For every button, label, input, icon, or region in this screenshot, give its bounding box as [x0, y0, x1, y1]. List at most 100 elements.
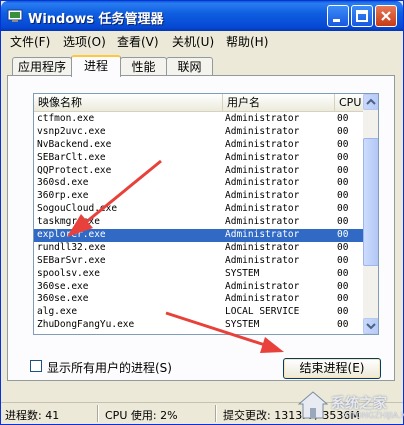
column-image-name[interactable]: 映像名称	[34, 94, 223, 112]
scroll-thumb[interactable]	[363, 138, 378, 266]
cell-user-name: Administrator	[225, 241, 300, 253]
cell-image-name: SEBarSvr.exe	[37, 254, 106, 266]
cell-cpu: 00	[337, 254, 349, 266]
cell-image-name: SEBarClt.exe	[37, 151, 106, 163]
watermark: 系统之家 XITONGZHIJIA.NET	[293, 387, 404, 423]
column-cpu[interactable]: CPU	[335, 94, 363, 112]
table-row[interactable]: 360se.exe Administrator 00	[34, 281, 363, 294]
cell-cpu: 00	[337, 151, 349, 163]
arrow-up-icon	[366, 98, 376, 105]
task-manager-icon	[7, 9, 23, 22]
checkbox-box[interactable]	[30, 360, 42, 372]
menu-options[interactable]: 选项(O)	[63, 33, 106, 50]
cell-user-name: Administrator	[225, 113, 300, 124]
status-cpu-usage: CPU 使用: 2%	[105, 409, 178, 422]
menu-file[interactable]: 文件(F)	[10, 33, 50, 50]
vertical-scrollbar[interactable]	[363, 94, 378, 334]
tab-networking[interactable]: 联网	[166, 57, 213, 77]
cell-image-name: rundll32.exe	[37, 241, 106, 253]
table-row[interactable]: 360se.exe Administrator 00	[34, 293, 363, 306]
menu-bar: 文件(F) 选项(O) 查看(V) 关机(U) 帮助(H)	[1, 31, 403, 51]
table-row[interactable]: NvBackend.exe Administrator 00	[34, 139, 363, 152]
cell-cpu: 00	[337, 229, 349, 241]
cell-user-name: SYSTEM	[225, 319, 260, 331]
house-logo-icon	[297, 391, 329, 419]
table-row[interactable]: ZhuDongFangYu.exe SYSTEM 00	[34, 319, 363, 332]
table-row[interactable]: SogouCloud.exe Administrator 00	[34, 203, 363, 216]
cell-image-name: taskmgr.exe	[37, 216, 100, 228]
cell-image-name: 360se.exe	[37, 280, 89, 292]
cell-cpu: 00	[337, 203, 349, 215]
table-row[interactable]: vsnp2uvc.exe Administrator 00	[34, 126, 363, 139]
scroll-up-button[interactable]	[363, 94, 378, 110]
cell-user-name: Administrator	[225, 190, 300, 202]
cell-cpu: 00	[337, 319, 349, 331]
table-row[interactable]: taskmgr.exe Administrator 00	[34, 216, 363, 229]
cell-cpu: 00	[337, 306, 349, 318]
cell-user-name: Administrator	[225, 229, 300, 241]
cell-user-name: SYSTEM	[225, 267, 260, 279]
window-title: Windows 任务管理器	[28, 12, 164, 27]
cell-user-name: Administrator	[225, 293, 300, 305]
cell-user-name: Administrator	[225, 138, 300, 150]
scroll-down-button[interactable]	[363, 318, 378, 334]
process-rows: ctfmon.exe Administrator 00 vsnp2uvc.exe Adm…	[34, 113, 363, 332]
cell-image-name: 360rp.exe	[37, 190, 89, 202]
checkbox-label: 显示所有用户的进程(S)	[47, 361, 172, 375]
table-row[interactable]: 360sd.exe Administrator 00	[34, 177, 363, 190]
cell-user-name: Administrator	[225, 177, 300, 189]
title-bar[interactable]: Windows 任务管理器	[1, 1, 403, 31]
column-user-name[interactable]: 用户名	[223, 94, 335, 112]
cell-user-name: Administrator	[225, 280, 300, 292]
cell-user-name: LOCAL SERVICE	[225, 306, 300, 318]
watermark-text: 系统之家	[331, 396, 387, 412]
close-button[interactable]	[375, 5, 397, 27]
cell-cpu: 00	[337, 241, 349, 253]
process-list[interactable]: 映像名称 用户名 CPU ctfmon.exe Administrator 00 vs…	[33, 93, 379, 335]
close-icon	[381, 11, 391, 21]
cell-user-name: Administrator	[225, 151, 300, 163]
cell-cpu: 00	[337, 280, 349, 292]
maximize-button[interactable]	[351, 5, 373, 27]
cell-cpu: 00	[337, 164, 349, 176]
cell-image-name: ctfmon.exe	[37, 113, 95, 124]
status-separator	[215, 405, 217, 422]
cell-image-name: QQProtect.exe	[37, 164, 112, 176]
cell-cpu: 00	[337, 113, 349, 124]
arrow-down-icon	[366, 323, 376, 330]
table-row[interactable]: QQProtect.exe Administrator 00	[34, 165, 363, 178]
table-row[interactable]: SEBarClt.exe Administrator 00	[34, 152, 363, 165]
cell-cpu: 00	[337, 138, 349, 150]
tab-processes[interactable]: 进程	[71, 55, 121, 77]
cell-user-name: Administrator	[225, 254, 300, 266]
table-row[interactable]: explorer.exe Administrator 00	[34, 229, 363, 242]
cell-image-name: spoolsv.exe	[37, 267, 100, 279]
tab-applications[interactable]: 应用程序	[12, 57, 72, 77]
cell-cpu: 00	[337, 177, 349, 189]
tab-performance[interactable]: 性能	[120, 57, 167, 77]
cell-image-name: NvBackend.exe	[37, 138, 112, 150]
table-row[interactable]: rundll32.exe Administrator 00	[34, 242, 363, 255]
watermark-subtext: XITONGZHIJIA.NET	[343, 411, 404, 420]
cell-cpu: 00	[337, 267, 349, 279]
end-process-button[interactable]: 结束进程(E)	[283, 358, 381, 379]
cell-user-name: Administrator	[225, 125, 300, 137]
table-row[interactable]: alg.exe LOCAL SERVICE 00	[34, 306, 363, 319]
status-separator	[97, 405, 99, 422]
minimize-icon	[333, 19, 340, 22]
cell-image-name: 360se.exe	[37, 293, 89, 305]
cell-image-name: vsnp2uvc.exe	[37, 125, 106, 137]
minimize-button[interactable]	[327, 5, 349, 27]
menu-help[interactable]: 帮助(H)	[226, 33, 268, 50]
cell-cpu: 00	[337, 293, 349, 305]
cell-image-name: 360sd.exe	[37, 177, 89, 189]
table-row[interactable]: SEBarSvr.exe Administrator 00	[34, 255, 363, 268]
table-row[interactable]: 360rp.exe Administrator 00	[34, 190, 363, 203]
menu-shutdown[interactable]: 关机(U)	[172, 33, 214, 50]
menu-view[interactable]: 查看(V)	[117, 33, 159, 50]
cell-image-name: SogouCloud.exe	[37, 203, 118, 215]
table-row[interactable]: spoolsv.exe SYSTEM 00	[34, 268, 363, 281]
cell-user-name: Administrator	[225, 203, 300, 215]
table-row[interactable]: ctfmon.exe Administrator 00	[34, 113, 363, 126]
cell-user-name: Administrator	[225, 164, 300, 176]
